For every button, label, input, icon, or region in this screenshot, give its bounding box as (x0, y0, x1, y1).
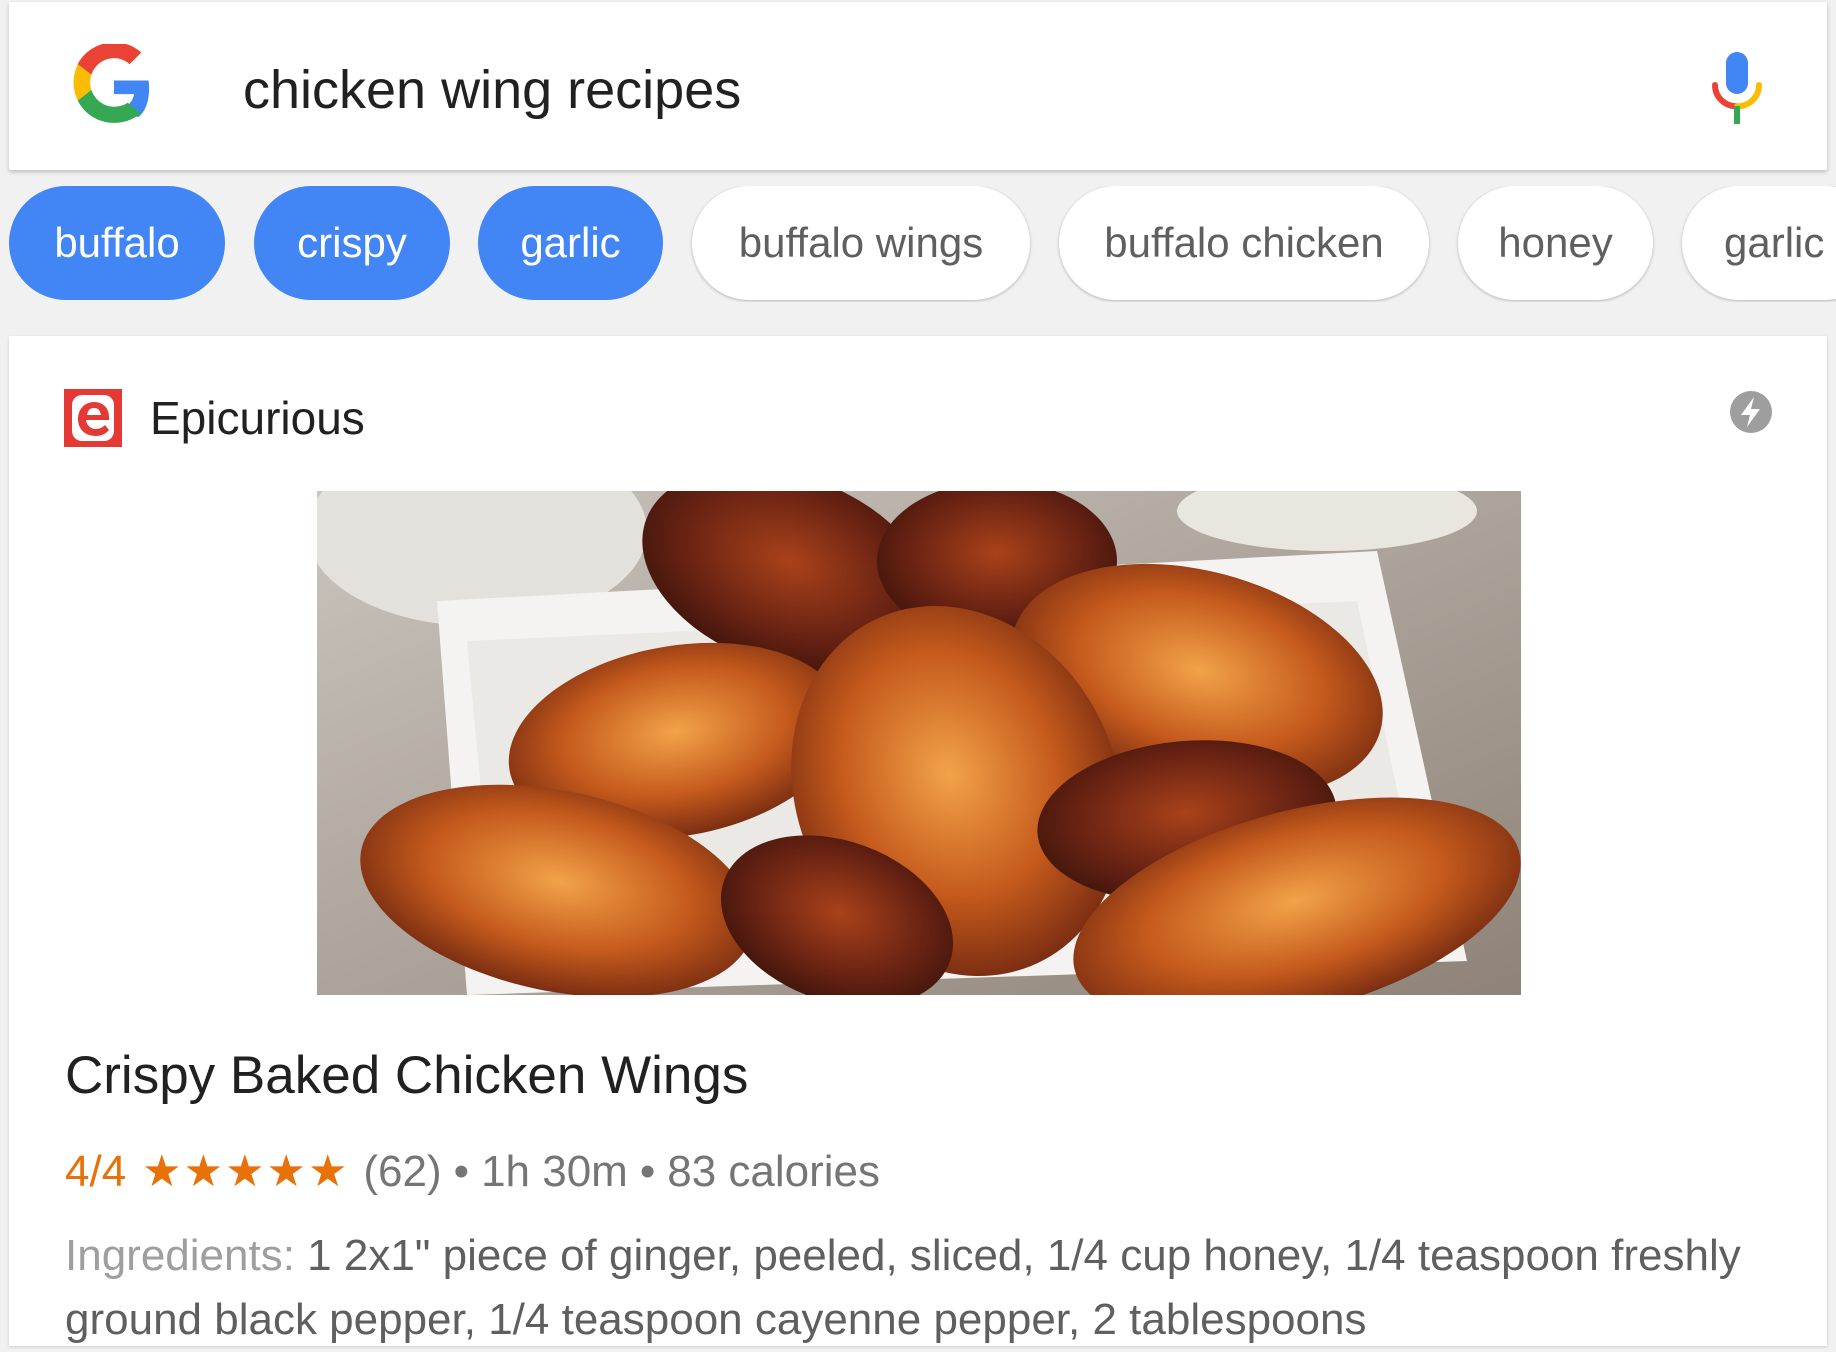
recipe-image[interactable] (317, 491, 1521, 995)
chip-crispy[interactable]: crispy (254, 186, 450, 300)
epicurious-logo-icon (64, 389, 122, 447)
calories: 83 calories (667, 1147, 881, 1196)
google-logo-icon (73, 44, 150, 123)
chip-garlic[interactable]: garlic (478, 186, 663, 300)
microphone-icon[interactable] (1709, 50, 1765, 126)
refinement-chips: buffalo crispy garlic buffalo wings buff… (0, 186, 1836, 302)
source-name[interactable]: Epicurious (150, 390, 365, 446)
search-bar[interactable]: chicken wing recipes (9, 2, 1827, 170)
recipe-meta: 4/4 ★★★★★ (62) • 1h 30m • 83 calories (65, 1144, 880, 1200)
star-rating-icon: ★★★★★ (142, 1147, 350, 1196)
ingredients: Ingredients: 1 2x1" piece of ginger, pee… (65, 1224, 1785, 1352)
chip-garlic-2[interactable]: garlic (1682, 186, 1836, 300)
recipe-result-card[interactable]: Epicurious Crispy Baked Chicken Wings 4/… (9, 336, 1827, 1346)
recipe-title[interactable]: Crispy Baked Chicken Wings (65, 1043, 748, 1109)
ingredients-label: Ingredients: (65, 1231, 295, 1280)
review-count: (62) (363, 1147, 442, 1196)
chip-buffalo[interactable]: buffalo (9, 186, 225, 300)
chip-honey[interactable]: honey (1458, 186, 1653, 300)
ingredients-text: 1 2x1" piece of ginger, peeled, sliced, … (65, 1231, 1741, 1344)
rating-value: 4/4 (65, 1147, 127, 1196)
lightning-bolt-icon (1730, 391, 1772, 433)
chip-buffalo-wings[interactable]: buffalo wings (692, 186, 1030, 300)
chicken-wings-image (317, 491, 1521, 995)
cook-time: 1h 30m (481, 1147, 628, 1196)
separator: • (639, 1147, 656, 1196)
search-input[interactable]: chicken wing recipes (243, 58, 741, 122)
separator: • (453, 1147, 470, 1196)
chip-buffalo-chicken[interactable]: buffalo chicken (1059, 186, 1429, 300)
